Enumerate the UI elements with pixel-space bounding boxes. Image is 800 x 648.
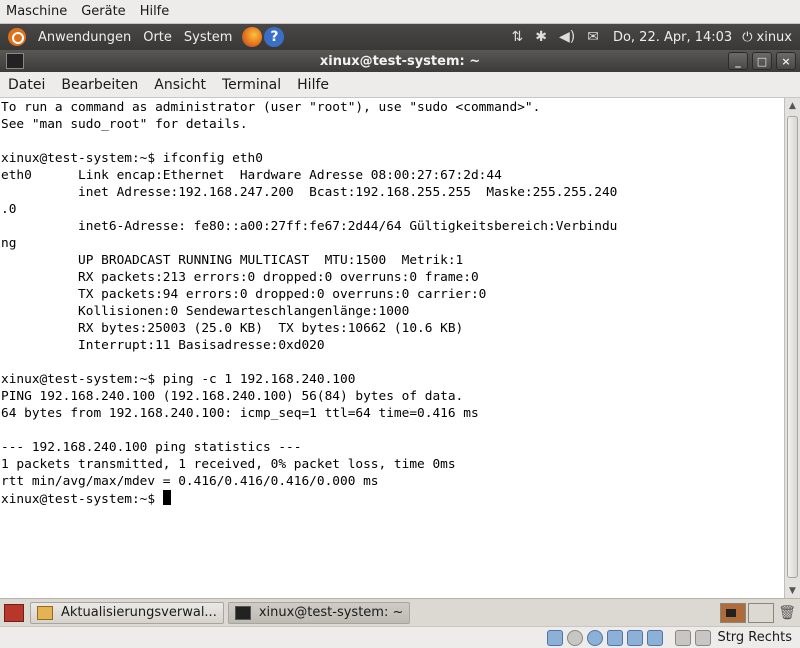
term-menu-terminal[interactable]: Terminal [222,77,281,93]
menu-system[interactable]: System [178,24,238,50]
terminal-line: --- 192.168.240.100 ping statistics --- [1,440,302,455]
terminal-line: RX bytes:25003 (25.0 KB) TX bytes:10662 … [1,321,464,336]
terminal-menubar: Datei Bearbeiten Ansicht Terminal Hilfe [0,72,800,98]
terminal-line: eth0 Link encap:Ethernet Hardware Adress… [1,168,502,183]
terminal-window-icon[interactable] [6,53,24,69]
vbox-menu-hilfe[interactable]: Hilfe [140,4,170,19]
menu-anwendungen[interactable]: Anwendungen [32,24,137,50]
bottom-panel: Aktualisierungsverwal... xinux@test-syst… [0,598,800,626]
menu-orte[interactable]: Orte [137,24,178,50]
terminal-prompt-line[interactable]: xinux@test-system:~$ [1,490,783,507]
panel-tray: ⇅ ✱ ◀) ✉ Do, 22. Apr, 14:03 ⏻ xinux [506,24,800,50]
shared-folder-icon[interactable] [627,629,644,646]
network-adapter-icon[interactable] [647,629,664,646]
power-icon: ⏻ [742,29,753,45]
terminal-line: 64 bytes from 192.168.240.100: icmp_seq=… [1,406,479,421]
term-menu-ansicht[interactable]: Ansicht [154,77,206,93]
vbox-menu-geraete[interactable]: Geräte [81,4,125,19]
task-label: xinux@test-system: ~ [258,605,404,620]
scroll-up-icon[interactable]: ▲ [785,98,800,113]
firefox-launcher-icon[interactable] [242,27,263,47]
vbox-menu-maschine[interactable]: Maschine [6,4,67,19]
window-title: xinux@test-system: ~ [319,53,481,69]
terminal-line: UP BROADCAST RUNNING MULTICAST MTU:1500 … [1,253,464,268]
terminal-scrollbar[interactable]: ▲ ▼ [784,98,800,598]
cursor [162,490,171,505]
volume-icon[interactable]: ◀) [559,29,575,45]
term-menu-bearbeiten[interactable]: Bearbeiten [61,77,138,93]
terminal-line: To run a command as administrator (user … [1,100,541,115]
host-key-icon [695,629,712,646]
trash-icon[interactable]: 🗑 [778,605,796,621]
terminal-line: inet Adresse:192.168.247.200 Bcast:192.1… [1,185,618,200]
network-icon[interactable]: ⇅ [512,29,524,45]
terminal-line: TX packets:94 errors:0 dropped:0 overrun… [1,287,487,302]
terminal-icon [234,605,251,620]
terminal-line: Interrupt:11 Basisadresse:0xd020 [1,338,325,353]
terminal-line: Kollisionen:0 Sendewarteschlangenlänge:1… [1,304,410,319]
term-menu-hilfe[interactable]: Hilfe [297,77,329,93]
mail-icon[interactable]: ✉ [587,29,599,45]
task-update-manager[interactable]: Aktualisierungsverwal... [30,601,224,624]
term-menu-datei[interactable]: Datei [8,77,45,93]
terminal-line: See "man sudo_root" for details. [1,117,248,132]
top-panel: Anwendungen Orte System ? ⇅ ✱ ◀) ✉ Do, 2… [0,24,800,50]
maximize-button[interactable]: □ [752,52,772,70]
clock[interactable]: Do, 22. Apr, 14:03 [613,30,732,45]
workspace-2[interactable] [748,602,775,623]
prompt: xinux@test-system:~$ [1,492,163,507]
user-menu[interactable]: ⏻ xinux [742,30,792,45]
show-desktop-icon[interactable] [4,603,24,622]
minimize-button[interactable]: _ [728,52,748,70]
terminal-output[interactable]: To run a command as administrator (user … [0,98,784,598]
scroll-down-icon[interactable]: ▼ [785,583,800,598]
terminal-line: xinux@test-system:~$ ifconfig eth0 [1,151,263,166]
terminal-line: xinux@test-system:~$ ping -c 1 192.168.2… [1,372,356,387]
terminal-line: rtt min/avg/max/mdev = 0.416/0.416/0.416… [1,474,379,489]
task-label: Aktualisierungsverwal... [61,605,217,620]
terminal-line: 1 packets transmitted, 1 received, 0% pa… [1,457,456,472]
harddisk-icon[interactable] [547,629,564,646]
scrollbar-thumb[interactable] [787,116,798,578]
terminal-line: RX packets:213 errors:0 dropped:0 overru… [1,270,479,285]
help-launcher-icon[interactable]: ? [264,27,285,47]
cd-icon[interactable] [567,629,584,646]
vbox-menubar: Maschine Geräte Hilfe [0,0,800,24]
host-key-label: Strg Rechts [717,630,792,645]
mouse-integration-icon[interactable] [675,629,692,646]
ubuntu-logo-icon[interactable] [8,28,26,46]
terminal-line: inet6-Adresse: fe80::a00:27ff:fe67:2d44/… [1,219,618,234]
terminal-line: PING 192.168.240.100 (192.168.240.100) 5… [1,389,464,404]
workspace-1[interactable] [720,602,747,623]
update-manager-icon [37,605,53,620]
bluetooth-icon[interactable]: ✱ [535,29,547,45]
terminal-line: .0 [1,202,17,217]
task-terminal[interactable]: xinux@test-system: ~ [227,601,411,624]
window-titlebar[interactable]: xinux@test-system: ~ _ □ × [0,50,800,72]
close-button[interactable]: × [776,52,796,70]
user-name: xinux [756,29,792,45]
terminal-line: ng [1,236,17,251]
usb-icon[interactable] [607,629,624,646]
vbox-statusbar: Strg Rechts [0,626,800,648]
floppy-icon[interactable] [587,629,604,646]
